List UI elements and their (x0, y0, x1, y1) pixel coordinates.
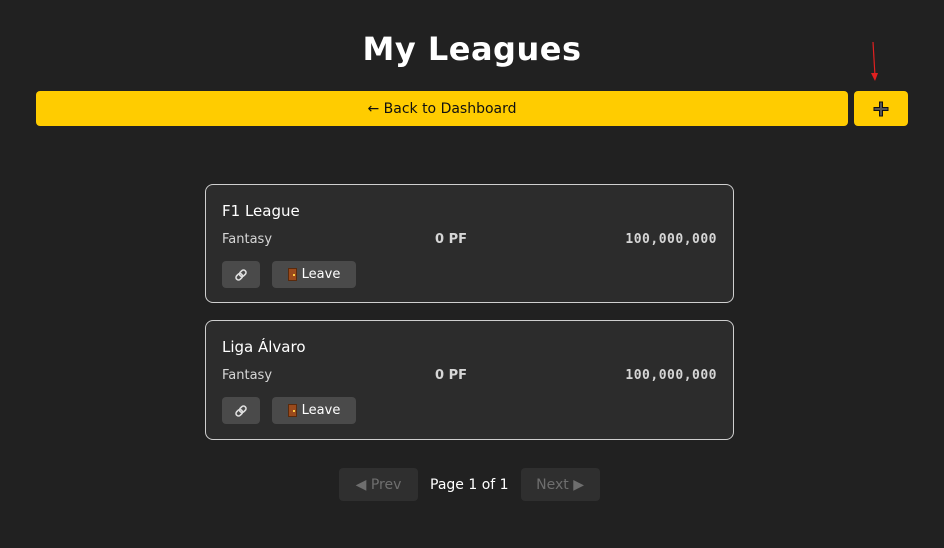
prev-page-button[interactable]: ◀ Prev (339, 468, 418, 501)
annotation-arrow-icon (871, 42, 878, 81)
league-name: F1 League (222, 202, 300, 220)
link-icon (235, 268, 247, 281)
add-league-button[interactable] (854, 91, 908, 126)
share-link-button[interactable] (222, 397, 260, 424)
league-budget: 100,000,000 (625, 232, 717, 247)
link-icon (235, 404, 247, 417)
league-points: 0 PF (435, 368, 467, 383)
league-budget: 100,000,000 (625, 368, 717, 383)
leave-label: Leave (301, 403, 341, 418)
leave-league-button[interactable]: Leave (272, 261, 356, 288)
league-type: Fantasy (222, 232, 273, 247)
league-card: Liga Álvaro Fantasy 0 PF 100,000,000 Lea… (205, 320, 734, 440)
league-name: Liga Álvaro (222, 338, 306, 356)
pagination: ◀ Prev Page 1 of 1 Next ▶ (339, 468, 601, 501)
share-link-button[interactable] (222, 261, 260, 288)
door-icon (287, 268, 297, 281)
page-indicator: Page 1 of 1 (430, 476, 509, 493)
next-page-button[interactable]: Next ▶ (520, 468, 600, 501)
league-card: F1 League Fantasy 0 PF 100,000,000 Leave (205, 184, 734, 303)
back-to-dashboard-label: ← Back to Dashboard (367, 100, 517, 117)
page-title: My Leagues (362, 30, 582, 68)
door-icon (287, 404, 297, 417)
leave-league-button[interactable]: Leave (272, 397, 356, 424)
plus-icon (873, 101, 889, 116)
league-type: Fantasy (222, 368, 273, 383)
back-to-dashboard-button[interactable]: ← Back to Dashboard (36, 91, 848, 126)
leave-label: Leave (301, 267, 341, 282)
league-points: 0 PF (435, 232, 467, 247)
